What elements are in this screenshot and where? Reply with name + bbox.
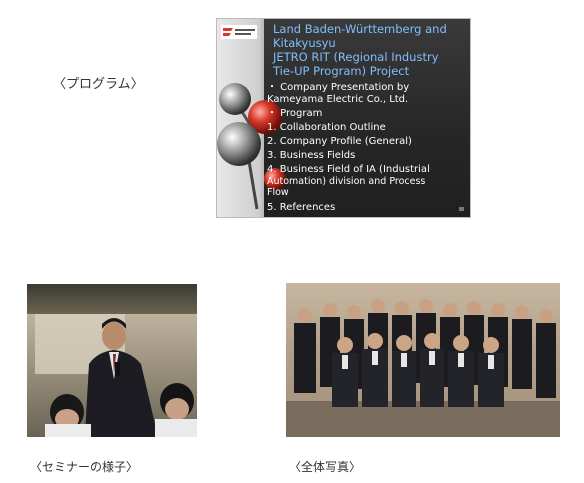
group-people — [294, 299, 556, 407]
program-slide-image: Land Baden-Württemberg and Kitakyusyu JE… — [216, 18, 471, 218]
slide-title-line: Tie-UP Program) Project — [273, 64, 410, 78]
group-photo — [286, 283, 560, 437]
slide-bullet: ・ Program — [267, 108, 323, 119]
slide-bullet: ・ Company Presentation by — [267, 82, 410, 93]
program-label: 〈プログラム〉 — [53, 77, 144, 92]
group-caption: 〈全体写真〉 — [289, 460, 362, 474]
slide-title-line: Land Baden-Württemberg and — [273, 22, 447, 36]
slide-list-item: Flow — [267, 187, 289, 198]
slide-list-item: 2. Company Profile (General) — [267, 136, 412, 147]
seminar-photo — [27, 284, 197, 437]
seminar-caption: 〈セミナーの様子〉 — [30, 460, 139, 474]
audience-figures — [45, 383, 197, 437]
slide-title-line: Kitakyusyu — [273, 36, 336, 50]
kameyama-logo — [221, 25, 257, 39]
slide-bullet: Kameyama Electric Co., Ltd. — [267, 94, 409, 105]
slide-list-item: 4. Business Field of IA (Industrial — [267, 164, 430, 175]
slide-page-marker — [459, 207, 464, 211]
slide-list-item: 3. Business Fields — [267, 150, 356, 161]
slide-list-item: 5. References — [267, 202, 336, 213]
slide-list-item: Automation) division and Process — [267, 176, 426, 187]
slide-list-item: 1. Collaboration Outline — [267, 122, 386, 133]
slide-title-line: JETRO RIT (Regional Industry — [273, 50, 439, 64]
